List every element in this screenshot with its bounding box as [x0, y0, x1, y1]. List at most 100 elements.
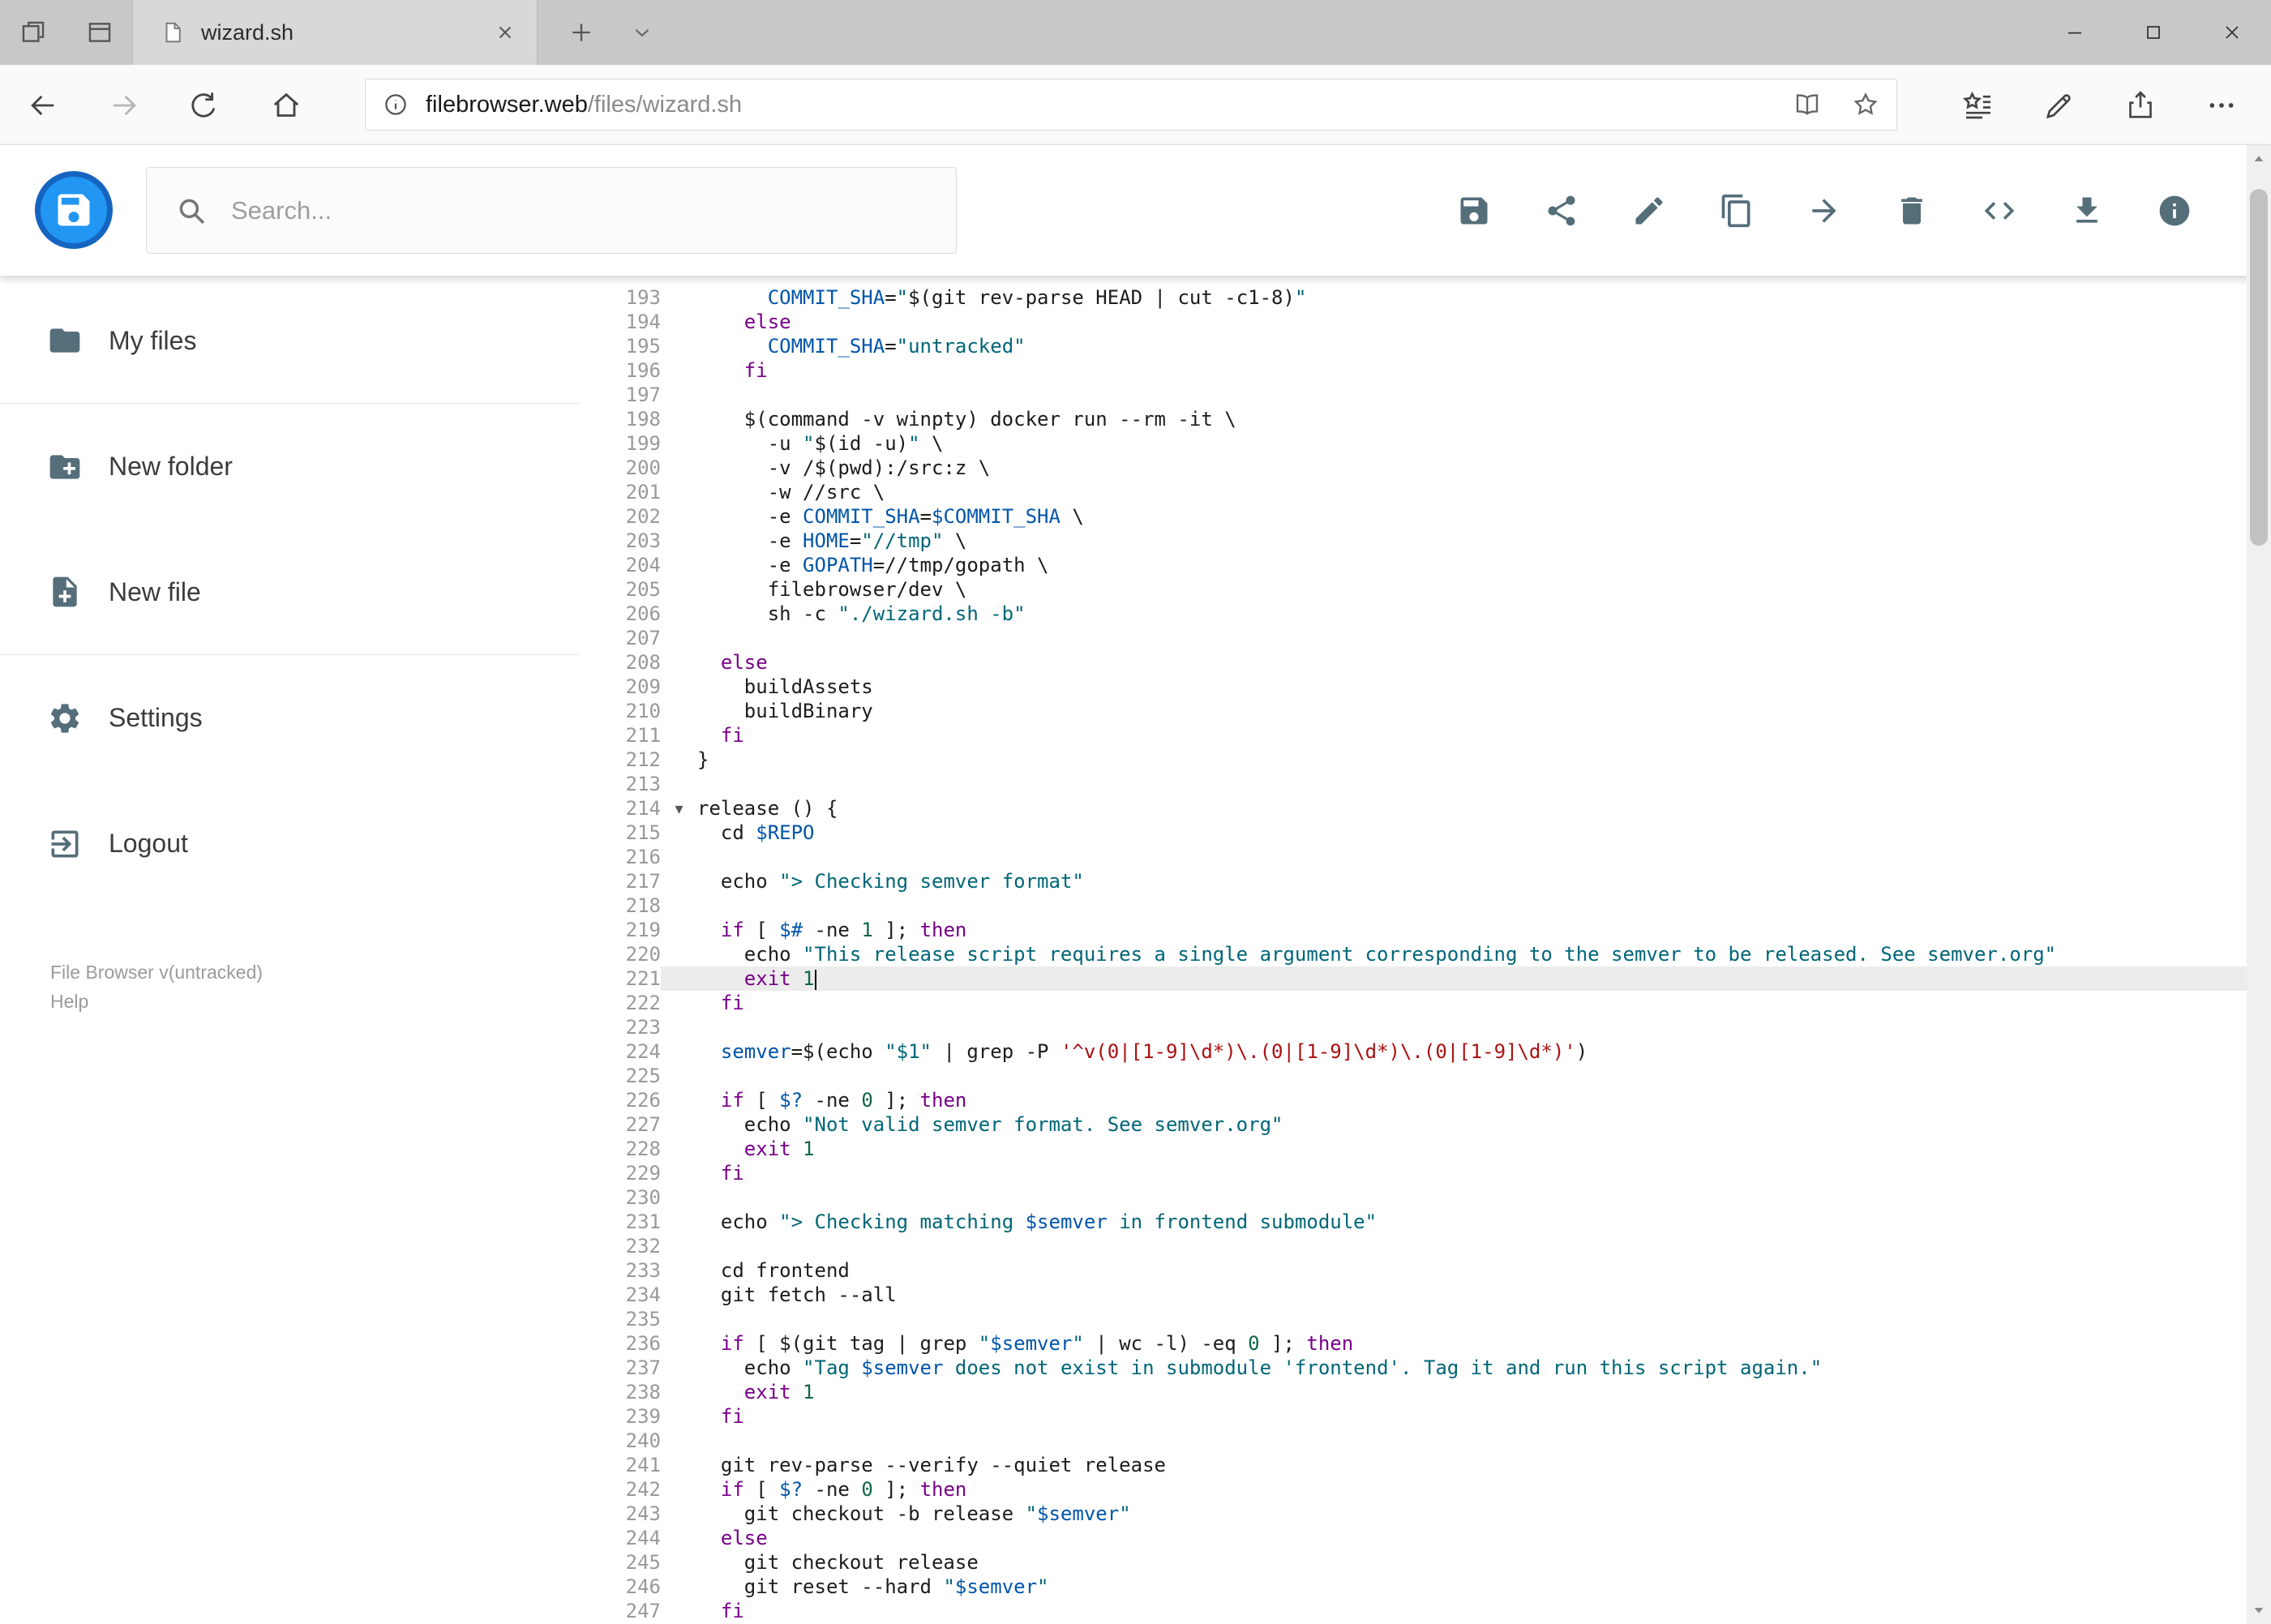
code-line[interactable]: 219 if [ $# -ne 1 ]; then	[580, 918, 2247, 942]
code-line[interactable]: 245 git checkout release	[580, 1550, 2247, 1575]
share-page-icon[interactable]	[2122, 87, 2159, 124]
code-line[interactable]: 247 fi	[580, 1599, 2247, 1623]
scroll-up-icon[interactable]	[2247, 145, 2271, 173]
code-line[interactable]: 213	[580, 772, 2247, 796]
code-line[interactable]: 202 -e COMMIT_SHA=$COMMIT_SHA \	[580, 504, 2247, 529]
favorite-star-icon[interactable]	[1851, 90, 1880, 119]
code-line[interactable]: 205 filebrowser/dev \	[580, 577, 2247, 602]
code-line[interactable]: 242 if [ $? -ne 0 ]; then	[580, 1477, 2247, 1502]
home-button[interactable]	[268, 87, 305, 124]
sidebar-item-settings[interactable]: Settings	[0, 655, 580, 781]
close-tab-icon[interactable]	[495, 22, 516, 43]
code-line[interactable]: 198 $(command -v winpty) docker run --rm…	[580, 407, 2247, 431]
move-button[interactable]	[1805, 191, 1844, 230]
new-tab-button[interactable]	[553, 0, 610, 65]
maximize-button[interactable]	[2114, 0, 2192, 65]
code-line[interactable]: 241 git rev-parse --verify --quiet relea…	[580, 1453, 2247, 1477]
code-line[interactable]: 204 -e GOPATH=//tmp/gopath \	[580, 553, 2247, 577]
back-button[interactable]	[24, 87, 62, 124]
sidebar-item-logout[interactable]: Logout	[0, 781, 580, 906]
reading-view-icon[interactable]	[1793, 90, 1822, 119]
site-info-icon[interactable]	[382, 91, 409, 118]
code-line[interactable]: 243 git checkout -b release "$semver"	[580, 1502, 2247, 1526]
annotate-pen-icon[interactable]	[2041, 87, 2078, 124]
search-bar[interactable]	[146, 167, 957, 254]
code-line[interactable]: 214 ▾ release () {	[580, 796, 2247, 821]
code-line[interactable]: 197	[580, 383, 2247, 407]
code-line[interactable]: 228 exit 1	[580, 1137, 2247, 1161]
code-line[interactable]: 239 fi	[580, 1404, 2247, 1429]
info-button[interactable]	[2155, 191, 2194, 230]
code-line[interactable]: 217 echo "> Checking semver format"	[580, 869, 2247, 893]
delete-button[interactable]	[1892, 191, 1931, 230]
code-line[interactable]: 232	[580, 1234, 2247, 1258]
more-options-icon[interactable]	[2203, 87, 2240, 124]
scrollbar-track[interactable]	[2247, 173, 2271, 1596]
code-line[interactable]: 230	[580, 1185, 2247, 1210]
code-line[interactable]: 220 echo "This release script requires a…	[580, 942, 2247, 966]
sidebar-item-new-folder[interactable]: New folder	[0, 404, 580, 529]
copy-button[interactable]	[1717, 191, 1756, 230]
code-line[interactable]: 225	[580, 1064, 2247, 1088]
code-line[interactable]: 193 COMMIT_SHA="$(git rev-parse HEAD | c…	[580, 285, 2247, 310]
address-bar[interactable]: filebrowser.web/files/wizard.sh	[365, 79, 1897, 131]
set-tabs-aside-icon[interactable]	[15, 14, 52, 51]
share-button[interactable]	[1542, 191, 1581, 230]
code-line[interactable]: 200 -v /$(pwd):/src:z \	[580, 456, 2247, 480]
search-input[interactable]	[231, 195, 896, 225]
code-line[interactable]: 207	[580, 626, 2247, 650]
code-line[interactable]: 244 else	[580, 1526, 2247, 1550]
code-line[interactable]: 196 fi	[580, 358, 2247, 383]
code-line[interactable]: 194 else	[580, 310, 2247, 334]
code-editor[interactable]: 193 COMMIT_SHA="$(git rev-parse HEAD | c…	[580, 276, 2247, 1624]
sidebar-item-my-files[interactable]: My files	[0, 278, 580, 404]
code-view-button[interactable]	[1980, 191, 2019, 230]
code-line[interactable]: 211 fi	[580, 723, 2247, 748]
code-line[interactable]: 227 echo "Not valid semver format. See s…	[580, 1112, 2247, 1137]
tab-preview-icon[interactable]	[81, 14, 118, 51]
code-line[interactable]: 209 buildAssets	[580, 675, 2247, 699]
scroll-down-icon[interactable]	[2247, 1596, 2271, 1624]
code-line[interactable]: 229 fi	[580, 1161, 2247, 1185]
edit-button[interactable]	[1630, 191, 1669, 230]
code-line[interactable]: 237 echo "Tag $semver does not exist in …	[580, 1356, 2247, 1380]
code-line[interactable]: 218	[580, 893, 2247, 918]
close-window-button[interactable]	[2192, 0, 2271, 65]
browser-tab[interactable]: wizard.sh	[132, 0, 538, 65]
download-button[interactable]	[2067, 191, 2106, 230]
code-line[interactable]: 238 exit 1	[580, 1380, 2247, 1404]
code-line[interactable]: 224 semver=$(echo "$1" | grep -P '^v(0|[…	[580, 1039, 2247, 1064]
code-line[interactable]: 236 if [ $(git tag | grep "$semver" | wc…	[580, 1331, 2247, 1356]
code-line[interactable]: 203 -e HOME="//tmp" \	[580, 529, 2247, 553]
minimize-button[interactable]	[2035, 0, 2114, 65]
code-line[interactable]: 195 COMMIT_SHA="untracked"	[580, 334, 2247, 358]
hub-favorites-icon[interactable]	[1960, 87, 1997, 124]
code-line[interactable]: 208 else	[580, 650, 2247, 675]
code-line[interactable]: 233 cd frontend	[580, 1258, 2247, 1283]
code-line[interactable]: 234 git fetch --all	[580, 1283, 2247, 1307]
refresh-button[interactable]	[185, 87, 222, 124]
save-button[interactable]	[1455, 191, 1493, 230]
code-line[interactable]: 206 sh -c "./wizard.sh -b"	[580, 602, 2247, 626]
code-line[interactable]: 226 if [ $? -ne 0 ]; then	[580, 1088, 2247, 1112]
sidebar-item-new-file[interactable]: New file	[0, 529, 580, 655]
forward-button[interactable]	[105, 87, 143, 124]
tab-list-chevron-icon[interactable]	[616, 0, 668, 65]
code-line[interactable]: 222 fi	[580, 991, 2247, 1015]
code-line[interactable]: 231 echo "> Checking matching $semver in…	[580, 1210, 2247, 1234]
page-scrollbar[interactable]	[2247, 145, 2271, 1624]
code-line[interactable]: 216	[580, 845, 2247, 869]
code-line[interactable]: 235	[580, 1307, 2247, 1331]
code-line[interactable]: 212}	[580, 748, 2247, 772]
code-line[interactable]: 246 git reset --hard "$semver"	[580, 1575, 2247, 1599]
scrollbar-thumb[interactable]	[2250, 189, 2268, 546]
code-line[interactable]: 201 -w //src \	[580, 480, 2247, 504]
help-link[interactable]: Help	[50, 987, 263, 1016]
code-line[interactable]: 199 -u "$(id -u)" \	[580, 431, 2247, 456]
code-line[interactable]: 221 exit 1	[580, 966, 2247, 991]
code-line[interactable]: 240	[580, 1429, 2247, 1453]
code-line[interactable]: 215 cd $REPO	[580, 821, 2247, 845]
code-line[interactable]: 223	[580, 1015, 2247, 1039]
fold-marker-icon[interactable]: ▾	[661, 796, 697, 821]
code-line[interactable]: 210 buildBinary	[580, 699, 2247, 723]
